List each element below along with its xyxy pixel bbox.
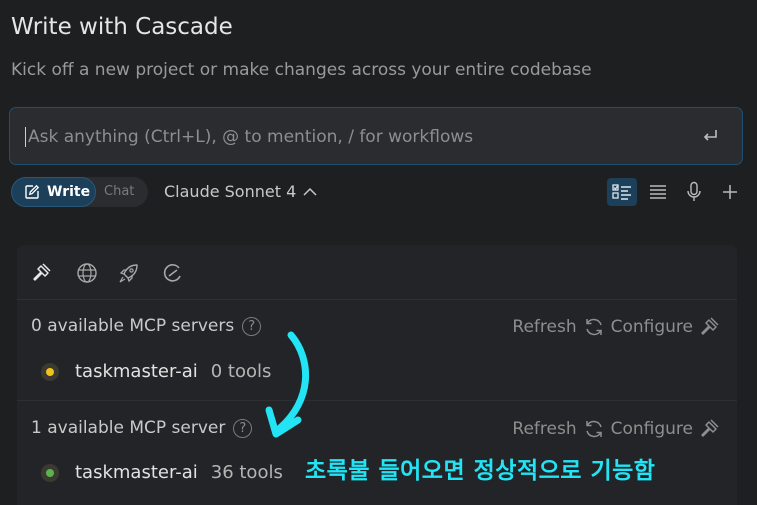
panel-divider	[17, 299, 737, 300]
section-actions: Refresh Configure	[512, 417, 723, 441]
panel-tab-bar	[17, 245, 737, 299]
status-dot-yellow	[46, 367, 54, 376]
page-subtitle: Kick off a new project or make changes a…	[11, 60, 592, 80]
hammer-icon[interactable]	[699, 417, 723, 441]
globe-icon	[77, 263, 97, 283]
tab-windsurf[interactable]	[161, 261, 185, 285]
tab-tools[interactable]	[31, 261, 55, 285]
server-tool-count: 36 tools	[210, 462, 283, 483]
windsurf-icon	[163, 264, 181, 282]
plus-icon	[723, 185, 737, 199]
prompt-toolbar: Write Chat Claude Sonnet 4	[11, 177, 745, 207]
list-button[interactable]	[643, 178, 673, 206]
chat-mode-button[interactable]: Chat	[104, 184, 134, 199]
server-tool-count: 0 tools	[210, 361, 272, 382]
edit-icon	[25, 184, 40, 199]
model-label: Claude Sonnet 4	[164, 182, 297, 201]
checklist-icon	[612, 184, 631, 200]
section-title: 0 available MCP servers ?	[31, 316, 262, 336]
mcp-count-label: 0 available MCP servers	[31, 316, 235, 336]
section-title: 1 available MCP server ?	[31, 418, 253, 438]
plan-button[interactable]	[607, 178, 637, 206]
server-name: taskmaster-ai	[75, 462, 198, 483]
status-indicator	[41, 362, 59, 381]
status-dot-green	[46, 468, 54, 477]
write-mode-label: Write	[47, 184, 91, 200]
prompt-input[interactable]	[26, 122, 690, 152]
tab-deploy[interactable]	[117, 261, 141, 285]
refresh-button[interactable]: Refresh	[512, 317, 576, 337]
hammer-icon[interactable]	[699, 315, 723, 339]
annotation-text: 초록불 들어오면 정상적으로 기능함	[305, 458, 656, 484]
hammer-icon	[33, 263, 51, 281]
prompt-box[interactable]	[9, 107, 743, 165]
help-icon[interactable]: ?	[242, 316, 262, 336]
toolbar-icons	[601, 177, 745, 207]
mcp-count-label: 1 available MCP server	[31, 418, 226, 438]
chevron-up-icon	[303, 187, 317, 196]
configure-button[interactable]: Configure	[611, 317, 693, 337]
microphone-icon	[687, 181, 701, 201]
list-icon	[650, 185, 666, 199]
mcp-server-row[interactable]: taskmaster-ai 0 tools	[41, 361, 271, 382]
configure-button[interactable]: Configure	[611, 419, 693, 439]
mcp-server-row[interactable]: taskmaster-ai 36 tools	[41, 462, 283, 483]
server-name: taskmaster-ai	[75, 361, 198, 382]
refresh-icon[interactable]	[583, 418, 605, 440]
tab-web[interactable]	[75, 261, 99, 285]
refresh-button[interactable]: Refresh	[512, 419, 576, 439]
add-button[interactable]	[715, 178, 745, 206]
page-title: Write with Cascade	[11, 14, 233, 40]
refresh-icon[interactable]	[583, 316, 605, 338]
help-icon[interactable]: ?	[233, 418, 253, 438]
mic-button[interactable]	[679, 178, 709, 206]
mode-toggle[interactable]: Write Chat	[11, 177, 148, 207]
write-mode-button[interactable]: Write	[11, 177, 96, 207]
rocket-icon	[119, 264, 138, 283]
enter-icon[interactable]	[700, 126, 720, 146]
model-selector[interactable]: Claude Sonnet 4	[164, 182, 318, 201]
section-divider	[17, 400, 737, 401]
status-indicator	[41, 463, 59, 482]
section-actions: Refresh Configure	[512, 315, 723, 339]
